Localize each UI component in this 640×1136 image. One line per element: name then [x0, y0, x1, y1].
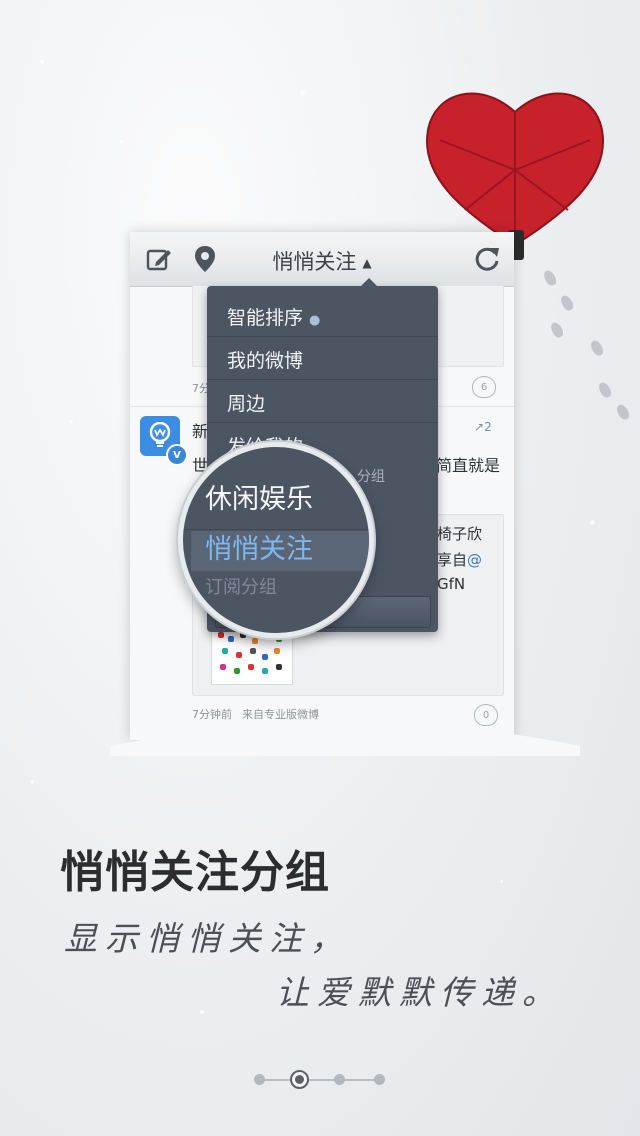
page-dot[interactable]: [254, 1074, 265, 1085]
menu-item-smart-sort[interactable]: 智能排序 ●: [227, 303, 320, 330]
page-dot-active[interactable]: [290, 1070, 309, 1089]
tagline-line1: 显示悄悄关注，: [64, 919, 351, 958]
navigation-bar: 悄悄关注 ▲: [130, 232, 514, 287]
magnifier-lens: 休闲娱乐 悄悄关注 订阅分组: [178, 442, 374, 638]
snow-bank-decoration: [110, 716, 580, 756]
nav-title-text: 悄悄关注: [272, 250, 357, 274]
mention-link[interactable]: @: [467, 551, 482, 569]
subscription-group-header: 订阅分组: [205, 577, 277, 598]
menu-item-nearby[interactable]: 周边: [227, 389, 265, 416]
tagline-line2: 让爱默默传递。: [276, 973, 563, 1012]
group-selector-title[interactable]: 悄悄关注 ▲: [130, 246, 514, 276]
caret-up-icon: ▲: [362, 256, 372, 270]
inner-text-line2: 享自@: [437, 551, 483, 569]
like-heart-icon[interactable]: 6: [472, 376, 496, 398]
menu-item-my-weibo[interactable]: 我的微博: [227, 346, 303, 373]
post-text-line1: 新: [192, 422, 209, 441]
page-dot[interactable]: [334, 1074, 345, 1085]
menu-item-leisure[interactable]: 休闲娱乐: [205, 477, 313, 516]
verified-badge-icon: V: [166, 444, 188, 466]
refresh-icon[interactable]: [472, 244, 502, 274]
page-dot[interactable]: [374, 1074, 385, 1085]
post-text-line2-right: 简直就是: [436, 456, 501, 475]
feature-headline: 悄悄关注分组: [60, 847, 330, 898]
menu-item-quiet-follow-selected[interactable]: 悄悄关注: [205, 527, 313, 566]
page-indicator: [254, 1070, 386, 1090]
lightbulb-icon: ●: [309, 313, 321, 328]
group-header: 分组: [357, 469, 385, 485]
menu-divider: [207, 336, 438, 337]
repost-icon[interactable]: ↗2: [474, 420, 492, 434]
like-count: 6: [480, 381, 488, 393]
inner-text-line1: 椅子欣: [437, 525, 483, 543]
repost-count: 2: [484, 420, 492, 434]
menu-divider: [207, 422, 438, 423]
inner-text-line3: GfN: [437, 575, 466, 593]
menu-divider: [207, 379, 438, 380]
